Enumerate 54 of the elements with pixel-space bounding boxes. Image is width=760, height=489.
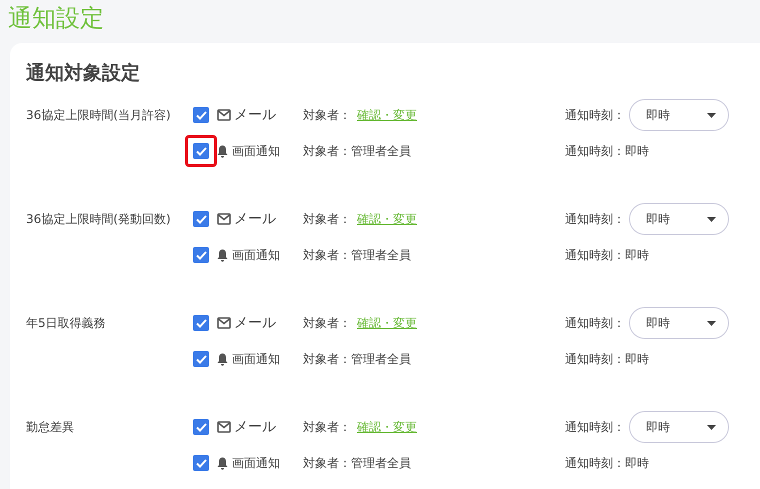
channel-label: メール [234,106,276,124]
checkbox[interactable] [193,315,209,331]
time-select[interactable]: 即時 [629,203,729,235]
time-label: 通知時刻： [565,315,625,332]
checkbox[interactable] [193,419,209,435]
bell-icon [217,248,228,262]
time-text: 通知時刻：即時 [565,455,650,472]
group-label: 36協定上限時間(発動回数) [26,211,172,228]
time-select[interactable]: 即時 [629,411,729,443]
target-text: 対象者：管理者全員 [303,247,412,264]
target-text: 対象者：管理者全員 [303,455,412,472]
channel-label: メール [234,210,276,228]
checkbox[interactable] [193,211,209,227]
group-label: 勤怠差異 [26,419,75,436]
group-label: 36協定上限時間(当月許容) [26,107,172,124]
checkbox[interactable] [193,455,209,471]
group-label: 年5日取得義務 [26,315,107,332]
time-label: 通知時刻： [565,107,625,124]
target-label: 対象者： [303,315,351,332]
target-text: 対象者：管理者全員 [303,351,412,368]
channel-label: メール [234,418,276,436]
caret-icon [707,424,716,430]
checkbox[interactable] [193,107,209,123]
page-title: 通知設定 [8,3,105,34]
checkbox[interactable] [193,247,209,263]
mail-icon [217,213,231,225]
caret-icon [707,216,716,222]
time-label: 通知時刻： [565,419,625,436]
bell-icon [217,352,228,366]
target-label: 対象者： [303,419,351,436]
channel-label: メール [234,314,276,332]
bell-icon [217,456,228,470]
target-text: 対象者：管理者全員 [303,143,412,160]
mail-icon [217,421,231,433]
time-select[interactable]: 即時 [629,307,729,339]
channel-label: 画面通知 [232,351,280,368]
caret-icon [707,112,716,118]
time-text: 通知時刻：即時 [565,247,650,264]
caret-icon [707,320,716,326]
checkbox[interactable] [193,143,209,159]
mail-icon [217,109,231,121]
channel-label: 画面通知 [232,143,280,160]
time-select[interactable]: 即時 [629,99,729,131]
channel-label: 画面通知 [232,455,280,472]
mail-icon [217,317,231,329]
channel-label: 画面通知 [232,247,280,264]
bell-icon [217,144,228,158]
time-text: 通知時刻：即時 [565,143,650,160]
card-title: 通知対象設定 [26,61,141,86]
target-label: 対象者： [303,211,351,228]
target-label: 対象者： [303,107,351,124]
checkbox[interactable] [193,351,209,367]
time-label: 通知時刻： [565,211,625,228]
time-text: 通知時刻：即時 [565,351,650,368]
